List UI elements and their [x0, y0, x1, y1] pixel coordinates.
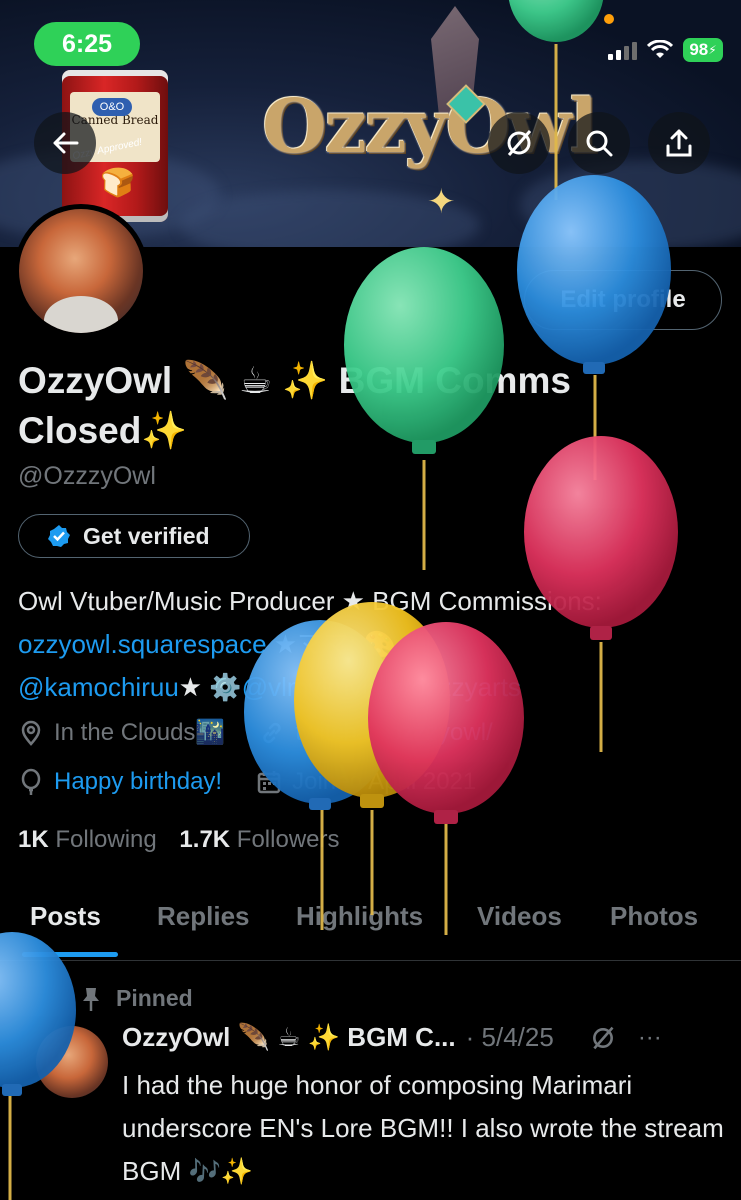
location-text: In the Clouds🌃: [54, 719, 226, 746]
more-options-icon[interactable]: ···: [638, 1024, 662, 1052]
bio-hashtag[interactable]: #ozzzyarts: [397, 672, 521, 702]
follow-counts: 1K Following 1.7K Followers: [18, 826, 340, 854]
bread-icon: 🍞: [100, 167, 135, 198]
post-text: I had the huge honor of composing Marima…: [122, 1070, 724, 1186]
grok-button[interactable]: [488, 112, 550, 174]
tab-photos[interactable]: Photos: [610, 888, 698, 944]
can-brand: O&O: [92, 98, 132, 116]
balloon-icon: [21, 768, 41, 795]
joined-text: Joined April 2021: [292, 768, 477, 795]
get-verified-button[interactable]: Get verified: [18, 514, 250, 558]
user-handle: @OzzzyOwl: [18, 462, 156, 490]
cellular-signal-icon: [608, 40, 637, 60]
followers-link[interactable]: 1.7K Followers: [179, 826, 339, 853]
location-pin-icon: [21, 720, 41, 746]
profile-bio: Owl Vtuber/Music Producer ★ BGM Commissi…: [18, 580, 728, 709]
active-tab-indicator: [22, 952, 118, 957]
location-website-row: In the Clouds🌃 twitch.tv/ozzzyowl/: [18, 718, 493, 747]
bio-website-link[interactable]: ozzyowl.squarespace: [18, 629, 267, 659]
post-author-avatar[interactable]: [36, 1026, 108, 1098]
tabs-divider: [0, 960, 741, 961]
followers-count: 1.7K: [179, 826, 231, 853]
website-link[interactable]: twitch.tv/ozzzyowl/: [295, 719, 492, 747]
pinned-label: Pinned: [116, 985, 193, 1011]
display-name: OzzyOwl 🪶 ☕ ✨ BGM Comms Closed✨: [18, 360, 571, 451]
share-icon: [666, 129, 692, 157]
followers-label: Followers: [236, 826, 340, 853]
link-icon: [263, 722, 281, 743]
bio-star: ★: [178, 672, 203, 702]
mic-indicator-dot: [604, 14, 614, 24]
calendar-icon: [257, 771, 281, 794]
pin-icon: [83, 987, 99, 1011]
status-time: 6:25: [34, 22, 140, 66]
search-button[interactable]: [568, 112, 630, 174]
share-button[interactable]: [648, 112, 710, 174]
battery-indicator: 98 ⚡: [683, 38, 723, 62]
pinned-indicator: Pinned: [80, 985, 193, 1012]
get-verified-label: Get verified: [83, 522, 210, 549]
profile-tabs: Posts Replies Highlights Videos Photos: [0, 888, 741, 958]
post-header: OzzyOwl 🪶 ☕ ✨ BGM C... · 5/4/25 ···: [122, 1022, 732, 1053]
wifi-icon: [647, 40, 673, 58]
post-author-name[interactable]: OzzyOwl 🪶 ☕ ✨ BGM C...: [122, 1022, 456, 1053]
birthday-text[interactable]: Happy birthday!: [54, 768, 222, 796]
verified-badge-icon: [48, 525, 70, 547]
grok-icon[interactable]: [590, 1025, 616, 1051]
following-label: Following: [55, 826, 157, 853]
bio-line-1: Owl Vtuber/Music Producer ★ BGM Commissi…: [18, 586, 602, 616]
profile-avatar[interactable]: [14, 204, 148, 338]
star-ornament: ✦: [427, 183, 456, 221]
post-date[interactable]: · 5/4/25: [466, 1022, 554, 1053]
back-button[interactable]: [34, 112, 96, 174]
bio-mama-text: ★ママ: 🎨: [266, 629, 396, 659]
tab-videos[interactable]: Videos: [477, 888, 562, 944]
back-arrow-icon: [53, 132, 79, 154]
following-link[interactable]: 1K Following: [18, 826, 157, 853]
tab-posts[interactable]: Posts: [30, 888, 101, 944]
edit-profile-button[interactable]: Edit profile: [524, 270, 722, 330]
grok-icon: [507, 130, 532, 156]
following-count: 1K: [18, 826, 49, 853]
battery-level: 98: [689, 40, 709, 59]
tab-replies[interactable]: Replies: [157, 888, 250, 944]
birthday-joined-row: Happy birthday! Joined April 2021: [18, 768, 476, 796]
bio-gear: ⚙️: [209, 672, 242, 702]
bio-mention-kamochiruu[interactable]: @kamochiruu: [18, 672, 179, 702]
status-icons: 98 ⚡: [608, 38, 723, 62]
bio-mention-2[interactable]: @vlmvlmvlm: [242, 672, 390, 702]
tab-highlights[interactable]: Highlights: [296, 888, 423, 944]
search-icon: [586, 130, 613, 157]
